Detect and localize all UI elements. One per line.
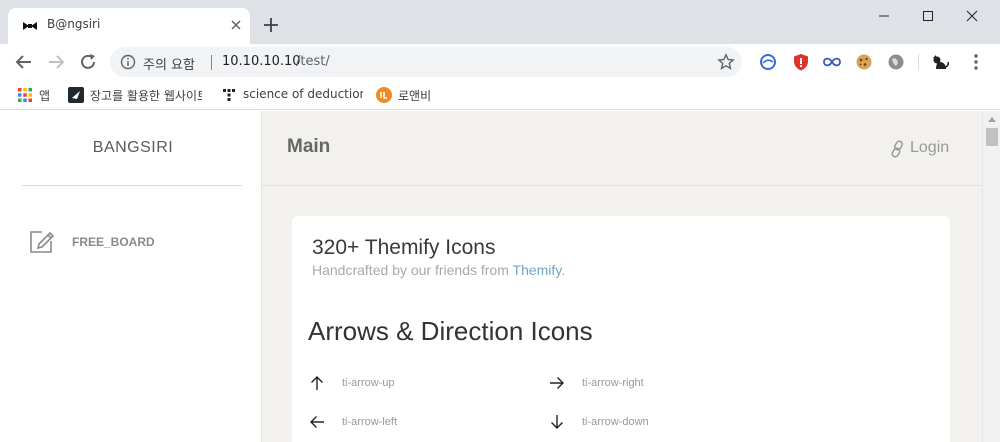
section-title: Arrows & Direction Icons [308, 316, 593, 346]
icon-name: ti-arrow-right [582, 377, 644, 389]
edit-icon [30, 231, 55, 253]
icon-name: ti-arrow-left [342, 416, 398, 428]
tab-title: B@ngsiri [47, 17, 101, 31]
arrow-left-icon [310, 416, 324, 428]
page-viewport: BANGSIRI FREE_BOARD Main Login 320+ Them… [0, 111, 982, 442]
icon-entry[interactable]: ti-arrow-up [308, 374, 528, 394]
vertical-scrollbar[interactable] [982, 111, 1000, 442]
browser-toolbar: 주의 요함 10.10.10.10 /test/ [0, 44, 1000, 80]
reload-icon[interactable] [78, 52, 98, 72]
bookmark-roaenbi[interactable]: 로앤비 [376, 85, 456, 105]
bookmark-science[interactable]: science of deduction [221, 85, 367, 105]
bookmark-star-icon[interactable] [717, 53, 735, 71]
roaenbi-bookmark-icon [376, 87, 392, 103]
login-link[interactable]: Login [890, 139, 982, 161]
sidebar-item-free-board[interactable]: FREE_BOARD [28, 227, 228, 255]
bookmark-label: science of deduction [243, 87, 363, 101]
window-close-icon[interactable] [950, 4, 994, 28]
card-subtitle: Handcrafted by our friends from Themify. [312, 262, 565, 278]
bookmarks-bar: 앱 장고를 활용한 웹사이트 science of deduction 로앤비 [0, 80, 1000, 110]
page-title: Main [287, 136, 331, 157]
arrow-right-icon [550, 377, 564, 389]
tab-strip: B@ngsiri [0, 0, 1000, 44]
science-bookmark-icon [223, 89, 235, 101]
sidebar-divider [22, 185, 242, 186]
sidebar: BANGSIRI FREE_BOARD [4, 111, 262, 442]
maximize-icon[interactable] [906, 4, 950, 28]
apps-grid-icon [18, 88, 32, 102]
brand-logo[interactable]: BANGSIRI [4, 139, 262, 157]
icon-name: ti-arrow-up [342, 377, 395, 389]
icon-entry[interactable]: ti-arrow-right [548, 374, 768, 394]
address-bar[interactable]: 주의 요함 10.10.10.10 /test/ [110, 47, 742, 77]
bowtie-favicon-icon [23, 22, 37, 30]
themify-link[interactable]: Themify [513, 262, 562, 278]
new-tab-icon[interactable] [262, 16, 280, 34]
bookmark-label: 장고를 활용한 웹사이트 [90, 89, 202, 103]
content-card: 320+ Themify Icons Handcrafted by our fr… [292, 216, 950, 442]
close-tab-icon[interactable] [228, 17, 244, 33]
toolbar-divider [918, 54, 919, 70]
bookmark-label: 로앤비 [398, 89, 432, 103]
arrow-down-icon [551, 415, 563, 429]
icon-name: ti-arrow-down [582, 416, 649, 428]
main-header: Main Login [262, 111, 982, 186]
back-arrow-icon[interactable] [14, 52, 34, 72]
infinity-ext-icon[interactable] [822, 52, 842, 72]
bookmark-label: 앱 [39, 89, 51, 103]
chain-link-icon [891, 140, 903, 158]
scrollbar-thumb[interactable] [986, 128, 998, 146]
omnibox-divider [211, 55, 212, 70]
sidebar-item-label: FREE_BOARD [72, 235, 155, 249]
shield-ext-icon[interactable] [791, 52, 811, 72]
browser-tab[interactable]: B@ngsiri [8, 8, 250, 44]
subtitle-suffix: . [561, 262, 566, 278]
cookie-ext-icon[interactable] [854, 52, 874, 72]
info-icon[interactable] [120, 54, 136, 70]
security-status-label: 주의 요함 [143, 58, 195, 73]
forward-arrow-icon[interactable] [46, 52, 66, 72]
minimize-icon[interactable] [862, 4, 906, 28]
bookmark-django[interactable]: 장고를 활용한 웹사이트 [68, 85, 208, 105]
url-path: /test/ [296, 54, 330, 69]
bookmark-apps[interactable]: 앱 [17, 85, 67, 105]
browser-window: B@ngsiri 주의 요함 10.10.10.10 /test/ 앱 장고를 … [0, 0, 1000, 442]
card-title: 320+ Themify Icons [312, 236, 496, 259]
subtitle-text: Handcrafted by our friends from [312, 262, 513, 278]
cat-ext-icon[interactable] [930, 52, 950, 72]
icon-entry[interactable]: ti-arrow-left [308, 413, 528, 433]
scroll-up-arrow-icon[interactable] [987, 115, 997, 123]
django-bookmark-icon [68, 87, 84, 103]
arrow-up-icon [311, 376, 323, 390]
kebab-menu-icon[interactable] [966, 52, 986, 72]
globe-ext-icon[interactable] [886, 52, 906, 72]
edge-ext-icon[interactable] [758, 52, 778, 72]
login-label: Login [910, 139, 950, 156]
url-host: 10.10.10.10 [222, 54, 301, 69]
icon-entry[interactable]: ti-arrow-down [548, 413, 768, 433]
